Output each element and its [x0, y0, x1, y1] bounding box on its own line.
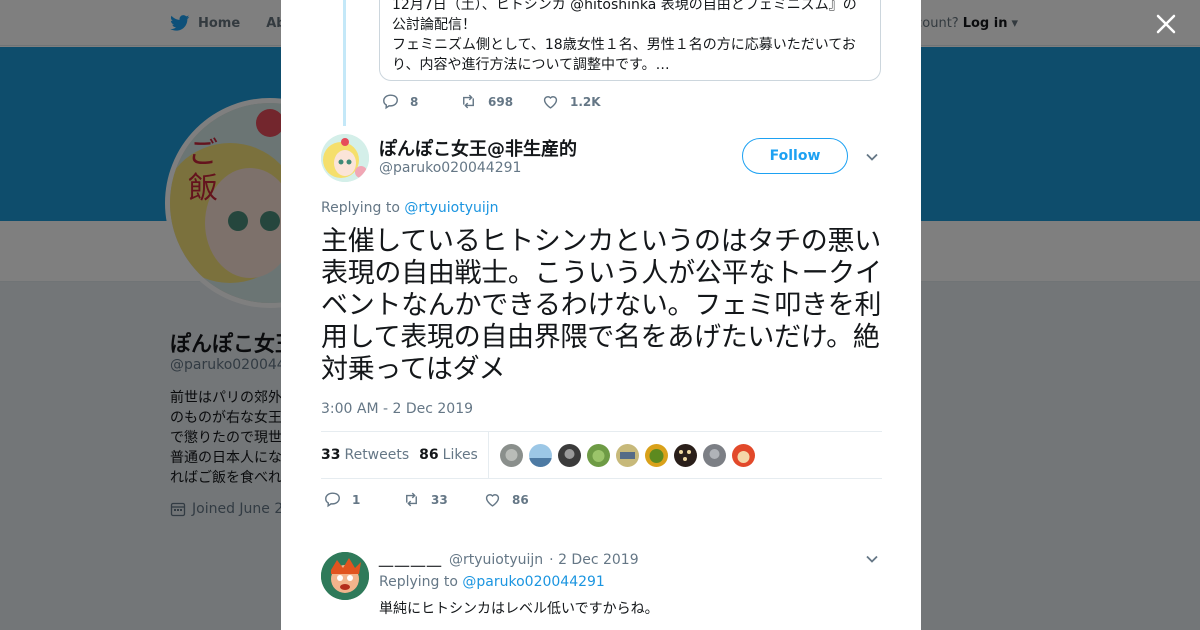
stats-divider: [487, 431, 489, 479]
like-action[interactable]: 1.2K: [541, 92, 601, 111]
retweet-icon: [406, 492, 417, 507]
like-count: 1.2K: [570, 94, 601, 109]
reply-icon: [325, 492, 340, 508]
like-count: 86: [512, 492, 529, 507]
liker-avatar-image: [499, 443, 523, 467]
reply-avatar-illustration: [321, 552, 369, 600]
close-icon[interactable]: [1152, 10, 1180, 38]
liker-avatar-image: [615, 443, 639, 467]
liker-avatar-image: [557, 443, 581, 467]
reply-author-name[interactable]: ＿＿＿＿: [379, 550, 443, 570]
liker-avatar[interactable]: [557, 443, 581, 467]
retweet-action[interactable]: 33: [402, 490, 483, 509]
liker-avatar[interactable]: [586, 443, 610, 467]
reply-replying-link[interactable]: @paruko020044291: [462, 574, 604, 590]
likes-stat[interactable]: 86 Likes: [419, 447, 478, 463]
reply-replying-prefix: Replying to: [379, 574, 458, 590]
tweet-author-name[interactable]: ぽんぽこ女王@非生産的: [379, 135, 577, 161]
retweet-icon: [463, 94, 474, 109]
liker-avatar-image: [702, 443, 726, 467]
like-action[interactable]: 86: [483, 490, 529, 509]
retweet-count: 698: [488, 94, 514, 109]
quoted-tweet-text: 12月7日（土）、ヒトシンカ @hitoshinka 表現の自由とフェミニズム』…: [392, 0, 857, 73]
reply-text: 単純にヒトシンカはレベル低いですからね。: [379, 601, 659, 617]
liker-avatar[interactable]: [731, 443, 755, 467]
follow-button[interactable]: Follow: [742, 138, 848, 174]
liker-avatar[interactable]: [644, 443, 668, 467]
previous-tweet-actions: 8 698 1.2K: [381, 92, 601, 111]
reply-header: ＿＿＿＿ @rtyuiotyuijn · 2 Dec 2019: [379, 550, 639, 570]
tweet-author-handle[interactable]: @paruko020044291: [379, 160, 521, 176]
replying-to-link[interactable]: @rtyuiotyuijn: [404, 200, 498, 216]
tweet-stats: 33 Retweets 86 Likes: [321, 431, 882, 479]
tweet-author-avatar[interactable]: [321, 134, 369, 182]
liker-avatar-image: [528, 443, 552, 467]
reply-replying-to: Replying to @paruko020044291: [379, 574, 605, 590]
reply-action[interactable]: 1: [323, 490, 402, 509]
heart-icon: [543, 96, 558, 109]
reply-author-handle[interactable]: @rtyuiotyuijn: [449, 552, 543, 568]
retweet-count: 33: [431, 492, 448, 507]
replying-to: Replying to @rtyuiotyuijn: [321, 200, 499, 216]
reply-action[interactable]: 8: [381, 92, 459, 111]
reply-date[interactable]: · 2 Dec 2019: [549, 552, 638, 568]
liker-avatar-image: [586, 443, 610, 467]
retweet-action[interactable]: 698: [459, 92, 541, 111]
liker-avatar[interactable]: [702, 443, 726, 467]
heart-icon: [485, 494, 500, 507]
liker-avatar[interactable]: [528, 443, 552, 467]
replying-to-prefix: Replying to: [321, 200, 400, 216]
reply-count: 1: [352, 492, 361, 507]
liker-avatars: [499, 443, 755, 467]
quoted-tweet-card[interactable]: 12月7日（土）、ヒトシンカ @hitoshinka 表現の自由とフェミニズム』…: [379, 0, 881, 81]
retweets-stat-label: Retweets: [344, 447, 410, 463]
chevron-down-icon[interactable]: [865, 150, 879, 164]
liker-avatar[interactable]: [673, 443, 697, 467]
liker-avatar[interactable]: [499, 443, 523, 467]
tweet-permalink-modal: 12月7日（土）、ヒトシンカ @hitoshinka 表現の自由とフェミニズム』…: [281, 0, 921, 630]
liker-avatar-image: [644, 443, 668, 467]
conversation-thread-line: [343, 0, 346, 126]
reply-icon: [383, 94, 398, 110]
likes-stat-count: 86: [419, 447, 439, 463]
retweets-stat-count: 33: [321, 447, 341, 463]
liker-avatar[interactable]: [615, 443, 639, 467]
tweet-timestamp[interactable]: 3:00 AM - 2 Dec 2019: [321, 401, 473, 417]
liker-avatar-image: [673, 443, 697, 467]
reply-count: 8: [410, 94, 419, 109]
tweet-text: 主催しているヒトシンカというのはタチの悪い表現の自由戦士。こういう人が公平なトー…: [321, 226, 882, 385]
chevron-down-icon[interactable]: [865, 552, 879, 566]
reply-author-avatar[interactable]: [321, 552, 369, 600]
liker-avatar-image: [731, 443, 755, 467]
tweet-actions: 1 33 86: [323, 490, 529, 509]
retweets-stat[interactable]: 33 Retweets: [321, 447, 409, 463]
likes-stat-label: Likes: [442, 447, 478, 463]
author-avatar-illustration: [321, 134, 369, 182]
